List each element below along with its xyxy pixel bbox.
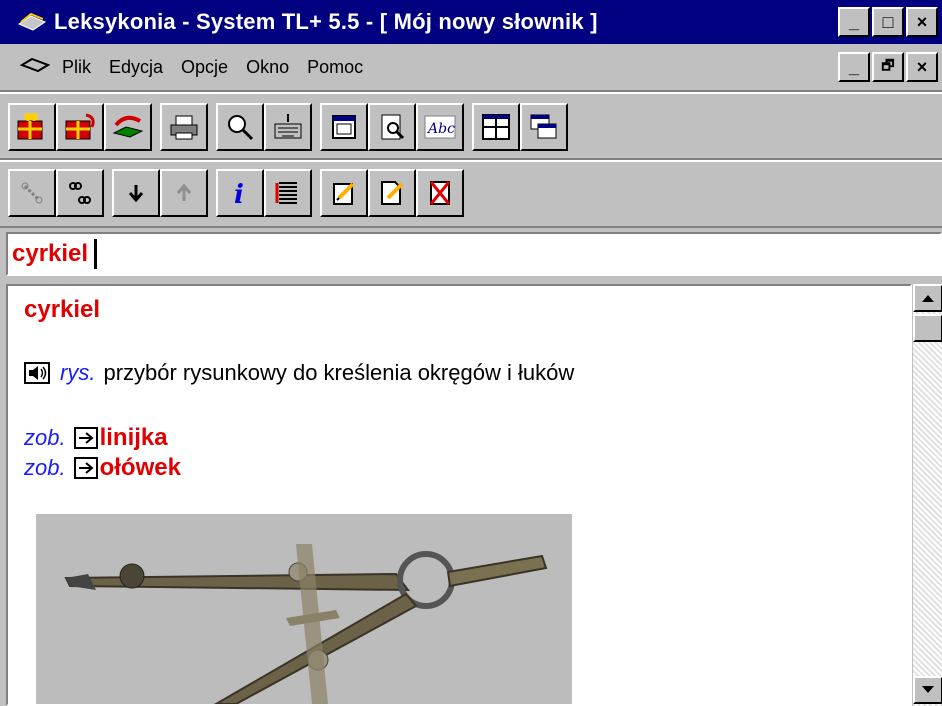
spell-check-icon: Abc bbox=[424, 115, 456, 139]
minimize-button[interactable]: _ bbox=[838, 7, 870, 37]
scroll-down-button[interactable] bbox=[913, 676, 942, 704]
arrow-right-icon bbox=[73, 427, 98, 449]
chevron-down-icon bbox=[922, 686, 934, 693]
reference-word[interactable]: ołówek bbox=[100, 454, 181, 482]
text-caret bbox=[94, 239, 98, 269]
scroll-thumb[interactable] bbox=[913, 314, 942, 342]
preview-icon bbox=[381, 114, 405, 140]
new-dictionary-icon bbox=[17, 113, 43, 140]
category-label: rys. bbox=[60, 360, 96, 385]
window-icon bbox=[332, 115, 356, 139]
arrow-down-icon bbox=[128, 185, 144, 203]
definition-line: rys. przybór rysunkowy do kreślenia okrę… bbox=[24, 360, 574, 386]
menu-bar: Plik Edycja Opcje Okno Pomoc _ 🗗 × bbox=[0, 44, 942, 90]
link-disabled-icon bbox=[21, 182, 43, 204]
chevron-up-icon bbox=[922, 295, 934, 302]
entry-toolbar: i bbox=[0, 162, 942, 224]
cascade-windows-button[interactable] bbox=[520, 103, 568, 151]
spell-check-button[interactable]: Abc bbox=[416, 103, 464, 151]
next-entry-button[interactable] bbox=[112, 169, 160, 217]
preview-button[interactable] bbox=[368, 103, 416, 151]
new-entry-icon bbox=[381, 181, 404, 205]
main-toolbar: Abc bbox=[0, 96, 942, 158]
info-icon: i bbox=[234, 180, 244, 208]
search-button[interactable] bbox=[216, 103, 264, 151]
maximize-button[interactable]: □ bbox=[872, 7, 904, 37]
title-bar: Leksykonia - System TL+ 5.5 - [ Mój nowy… bbox=[0, 0, 942, 44]
delete-entry-button[interactable] bbox=[416, 169, 464, 217]
book-icon bbox=[112, 115, 144, 138]
previous-entry-button[interactable] bbox=[160, 169, 208, 217]
keyboard-button[interactable] bbox=[264, 103, 312, 151]
search-input[interactable]: cyrkiel bbox=[6, 232, 942, 276]
entry-content[interactable]: cyrkiel rys. przybór rysunkowy do kreśle… bbox=[6, 284, 912, 706]
split-view-icon bbox=[482, 114, 510, 140]
definition-text: przybór rysunkowy do kreślenia okręgów i… bbox=[103, 360, 575, 385]
reference-prefix: zob. bbox=[24, 425, 66, 450]
new-entry-button[interactable] bbox=[368, 169, 416, 217]
reference-prefix: zob. bbox=[24, 455, 66, 480]
list-button[interactable] bbox=[264, 169, 312, 217]
close-button[interactable]: × bbox=[906, 7, 938, 37]
document-menu-icon[interactable] bbox=[19, 57, 52, 78]
window-button[interactable] bbox=[320, 103, 368, 151]
edit-entry-icon bbox=[333, 182, 355, 205]
link-button[interactable] bbox=[56, 169, 104, 217]
unlink-button[interactable] bbox=[8, 169, 56, 217]
print-icon bbox=[170, 115, 198, 140]
edit-entry-button[interactable] bbox=[320, 169, 368, 217]
scroll-up-button[interactable] bbox=[913, 284, 942, 312]
svg-text:Abc: Abc bbox=[426, 121, 455, 137]
open-dictionary-icon bbox=[65, 113, 95, 140]
menu-pomoc[interactable]: Pomoc bbox=[307, 57, 363, 78]
list-icon bbox=[275, 182, 297, 204]
entry-headword: cyrkiel bbox=[24, 296, 101, 323]
arrow-up-disabled-icon bbox=[176, 183, 192, 201]
open-dictionary-button[interactable] bbox=[56, 103, 104, 151]
search-value: cyrkiel bbox=[12, 240, 89, 267]
split-view-button[interactable] bbox=[472, 103, 520, 151]
menu-opcje[interactable]: Opcje bbox=[181, 57, 228, 78]
reference-link[interactable]: zob. ołówek bbox=[24, 454, 181, 482]
compass-illustration bbox=[36, 514, 572, 704]
svg-text:i: i bbox=[234, 180, 244, 208]
child-close-button[interactable]: × bbox=[906, 52, 938, 82]
reference-link[interactable]: zob. linijka bbox=[24, 424, 168, 452]
speaker-icon[interactable] bbox=[24, 362, 50, 384]
keyboard-icon bbox=[274, 114, 302, 139]
window-title: Leksykonia - System TL+ 5.5 - [ Mój nowy… bbox=[54, 9, 598, 34]
menu-plik[interactable]: Plik bbox=[62, 57, 91, 78]
cascade-windows-icon bbox=[530, 114, 557, 139]
search-bar: cyrkiel bbox=[0, 226, 942, 282]
info-button[interactable]: i bbox=[216, 169, 264, 217]
vertical-scrollbar[interactable] bbox=[912, 284, 942, 706]
print-button[interactable] bbox=[160, 103, 208, 151]
delete-entry-icon bbox=[429, 181, 451, 205]
child-minimize-button[interactable]: _ bbox=[838, 52, 870, 82]
menu-okno[interactable]: Okno bbox=[246, 57, 289, 78]
arrow-right-icon bbox=[73, 457, 98, 479]
app-book-icon[interactable] bbox=[16, 8, 48, 36]
new-dictionary-button[interactable] bbox=[8, 103, 56, 151]
link-icon bbox=[69, 182, 91, 204]
search-icon bbox=[228, 115, 254, 141]
reference-word[interactable]: linijka bbox=[100, 424, 168, 452]
child-restore-button[interactable]: 🗗 bbox=[872, 52, 904, 82]
book-button[interactable] bbox=[104, 103, 152, 151]
menu-edycja[interactable]: Edycja bbox=[109, 57, 163, 78]
